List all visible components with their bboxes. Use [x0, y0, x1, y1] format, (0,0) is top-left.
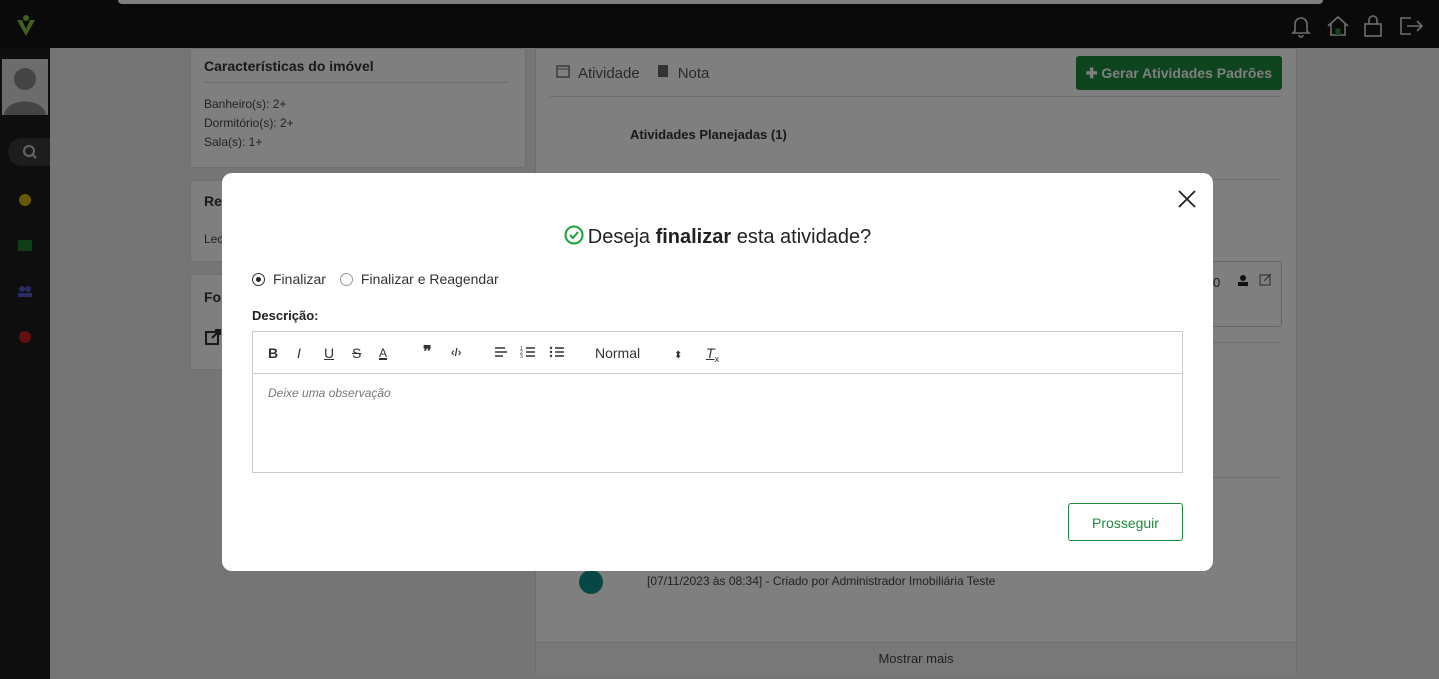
- finalize-reschedule-radio[interactable]: [339, 272, 353, 286]
- modal-title-prefix: Deseja: [587, 226, 656, 248]
- code-icon[interactable]: ‹/›: [451, 344, 461, 362]
- editor-toolbar: B I U S A ❞ ‹/› 123 Normal ⬍ Tx: [253, 332, 1182, 374]
- finalize-activity-modal: Deseja finalizar esta atividade? Finaliz…: [222, 173, 1213, 571]
- finalize-options: Finalizar Finalizar e Reagendar: [252, 271, 499, 287]
- blockquote-icon[interactable]: ❞: [423, 344, 432, 362]
- clear-format-icon[interactable]: Tx: [706, 344, 719, 364]
- format-select[interactable]: Normal ⬍: [595, 344, 682, 362]
- select-arrows-icon: ⬍: [674, 350, 683, 361]
- check-circle-icon: [564, 225, 584, 251]
- underline-icon[interactable]: U: [324, 344, 334, 362]
- svg-text:3: 3: [520, 354, 523, 360]
- modal-title-bold: finalizar: [655, 226, 732, 248]
- description-label: Descrição:: [252, 308, 319, 323]
- bold-icon[interactable]: B: [268, 344, 278, 362]
- description-input[interactable]: Deixe uma observação: [268, 386, 391, 400]
- ordered-list-icon[interactable]: 123: [520, 344, 536, 362]
- text-color-icon[interactable]: A: [379, 344, 388, 360]
- finalize-radio[interactable]: [252, 272, 265, 286]
- finalize-radio-label[interactable]: Finalizar: [273, 271, 326, 287]
- format-select-value: Normal: [595, 345, 641, 361]
- align-icon[interactable]: [493, 344, 509, 362]
- bullet-list-icon[interactable]: [549, 344, 565, 362]
- proceed-button[interactable]: Prosseguir: [1068, 503, 1183, 541]
- close-icon[interactable]: [1177, 189, 1197, 209]
- modal-title: Deseja finalizar esta atividade?: [222, 225, 1213, 251]
- strikethrough-icon[interactable]: S: [352, 344, 361, 362]
- description-editor: B I U S A ❞ ‹/› 123 Normal ⬍ Tx Deixe um…: [252, 331, 1183, 473]
- italic-icon[interactable]: I: [297, 344, 301, 362]
- modal-title-suffix: esta atividade?: [731, 226, 872, 248]
- finalize-reschedule-label[interactable]: Finalizar e Reagendar: [361, 271, 499, 287]
